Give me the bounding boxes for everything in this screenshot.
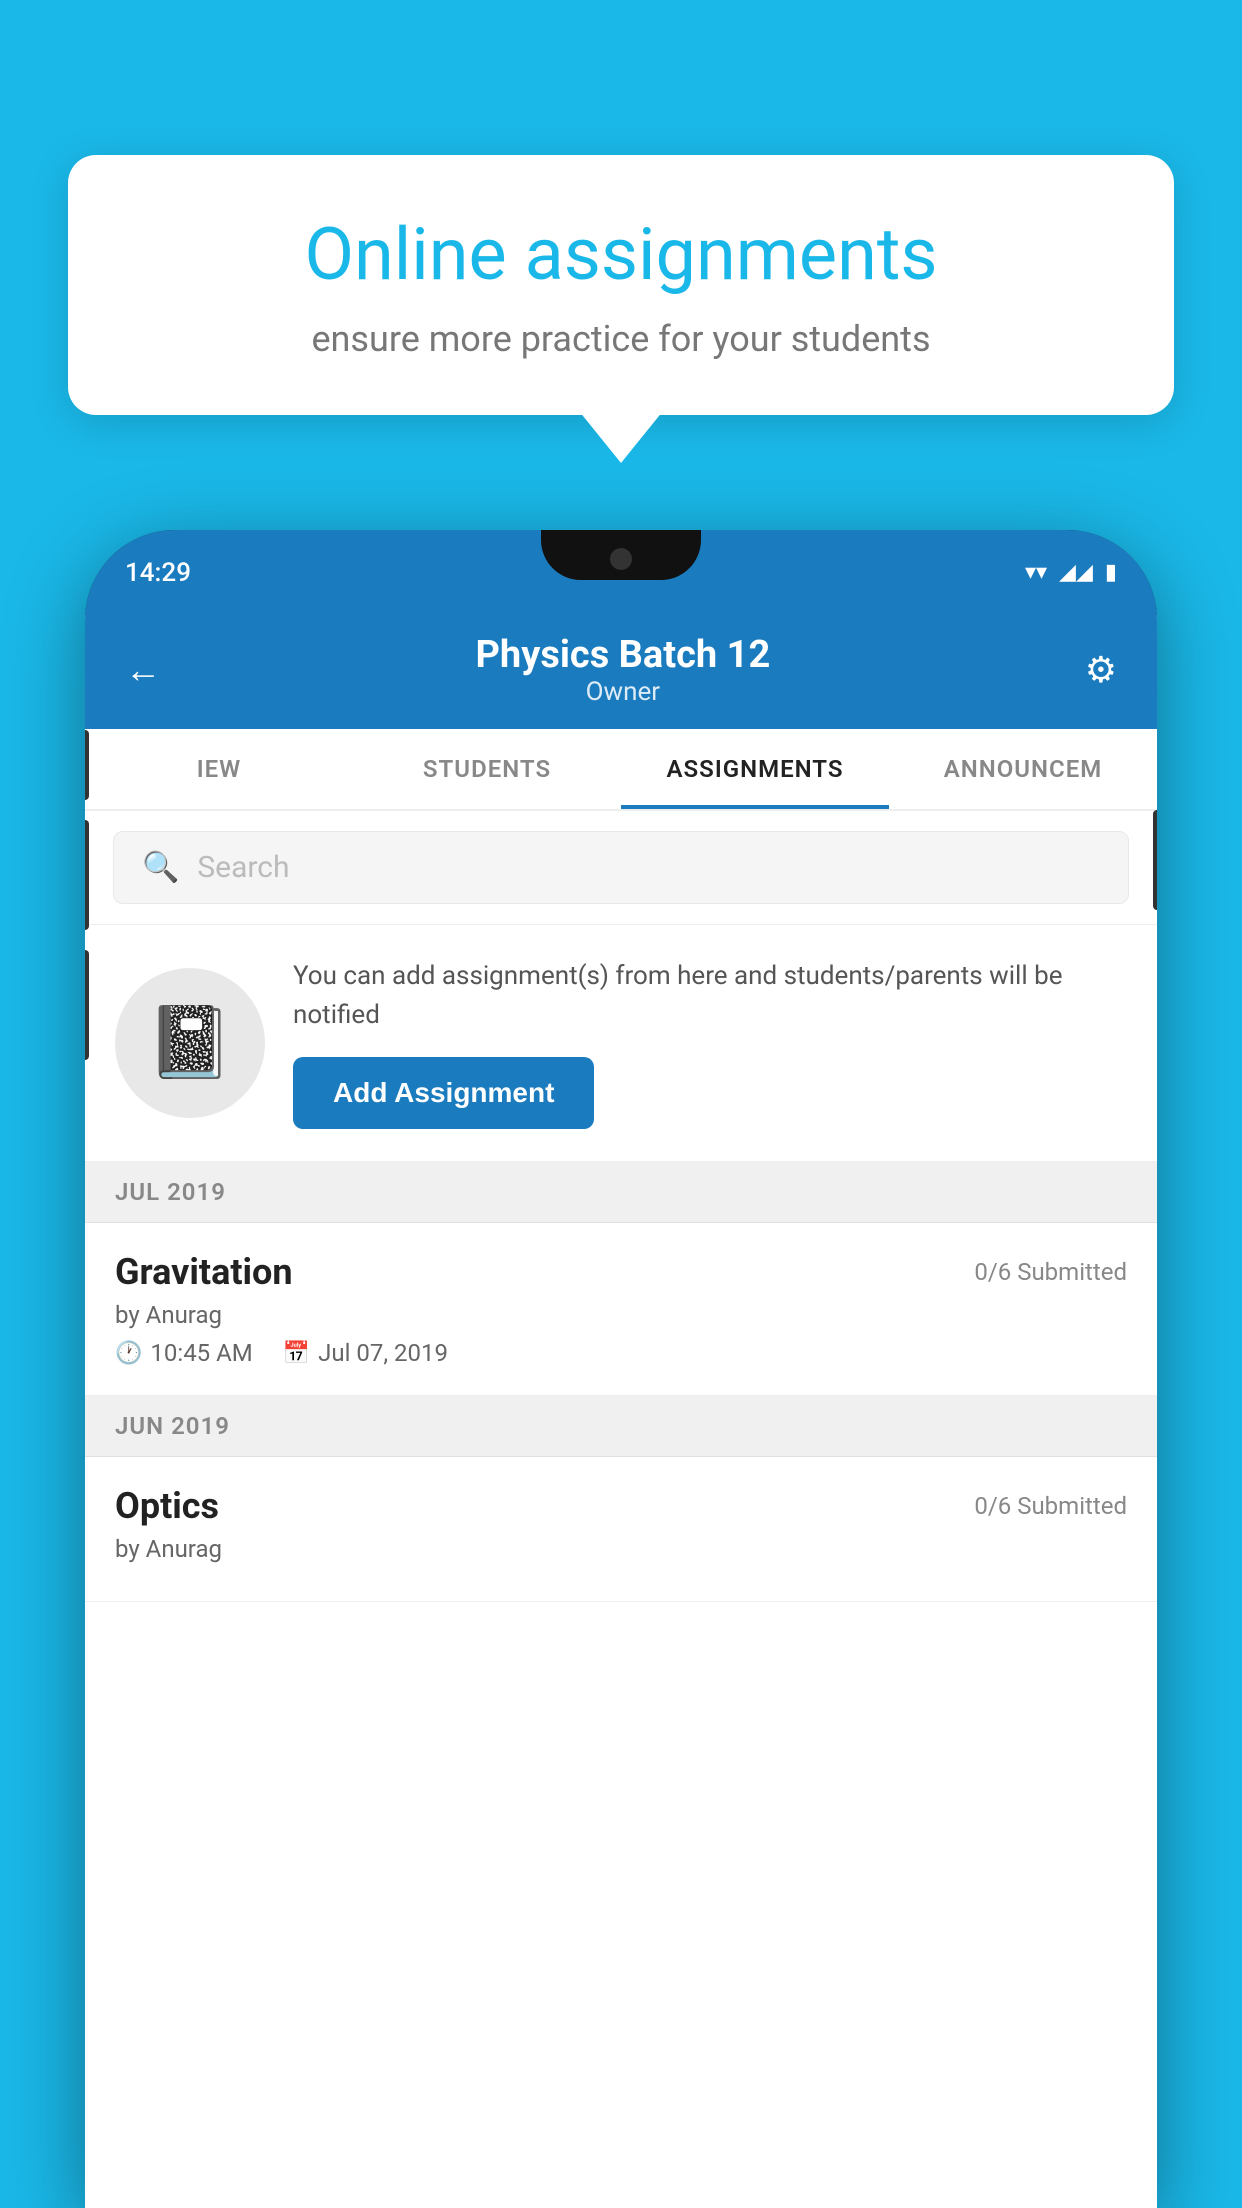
- search-icon: 🔍: [142, 850, 179, 885]
- status-icons: ▾▾ ◢◢ ▮: [1025, 560, 1117, 585]
- assignment-item-gravitation[interactable]: Gravitation 0/6 Submitted by Anurag 🕐 10…: [85, 1223, 1157, 1396]
- speech-bubble-card: Online assignments ensure more practice …: [68, 155, 1174, 415]
- assignment-date-value: Jul 07, 2019: [318, 1339, 448, 1367]
- search-placeholder: Search: [197, 850, 289, 885]
- assignment-item-header: Gravitation 0/6 Submitted: [115, 1251, 1127, 1293]
- bubble-title: Online assignments: [138, 215, 1104, 294]
- assignment-meta: 🕐 10:45 AM 📅 Jul 07, 2019: [115, 1339, 1127, 1367]
- batch-title: Physics Batch 12: [475, 633, 770, 677]
- back-button[interactable]: ←: [125, 649, 161, 691]
- search-bar[interactable]: 🔍 Search: [113, 831, 1129, 904]
- assignment-item-optics[interactable]: Optics 0/6 Submitted by Anurag: [85, 1457, 1157, 1602]
- phone-screen: ← Physics Batch 12 Owner ⚙ IEW STUDENTS …: [85, 615, 1157, 2208]
- header-center: Physics Batch 12 Owner: [475, 633, 770, 707]
- volume-down-button: [85, 820, 89, 930]
- tabs-bar: IEW STUDENTS ASSIGNMENTS ANNOUNCEM: [85, 729, 1157, 811]
- tab-iew[interactable]: IEW: [85, 729, 353, 809]
- add-assignment-section: 📓 You can add assignment(s) from here an…: [85, 925, 1157, 1162]
- clock-icon: 🕐: [115, 1341, 142, 1366]
- power-button: [1153, 810, 1157, 910]
- notebook-icon: 📓: [146, 1002, 233, 1084]
- assignment-icon-circle: 📓: [115, 968, 265, 1118]
- calendar-icon: 📅: [283, 1341, 310, 1366]
- tab-students[interactable]: STUDENTS: [353, 729, 621, 809]
- assignment-time: 🕐 10:45 AM: [115, 1339, 253, 1367]
- search-container: 🔍 Search: [85, 811, 1157, 925]
- month-separator-jul: JUL 2019: [85, 1162, 1157, 1223]
- assignment-by-optics: by Anurag: [115, 1535, 1127, 1563]
- add-assignment-button[interactable]: Add Assignment: [293, 1057, 594, 1129]
- month-separator-jun: JUN 2019: [85, 1396, 1157, 1457]
- assignment-submitted: 0/6 Submitted: [974, 1258, 1127, 1286]
- settings-icon[interactable]: ⚙: [1085, 649, 1117, 691]
- front-camera: [610, 548, 632, 570]
- notch: [541, 530, 701, 580]
- bubble-subtitle: ensure more practice for your students: [138, 318, 1104, 360]
- assignment-time-value: 10:45 AM: [150, 1339, 252, 1367]
- battery-icon: ▮: [1105, 560, 1117, 585]
- wifi-icon: ▾▾: [1025, 560, 1047, 585]
- app-header: ← Physics Batch 12 Owner ⚙: [85, 615, 1157, 729]
- phone-frame: 14:29 ▾▾ ◢◢ ▮ ← Physics Batch 12 Owner ⚙…: [85, 530, 1157, 2208]
- status-bar: 14:29 ▾▾ ◢◢ ▮: [85, 530, 1157, 615]
- volume-up-button: [85, 730, 89, 800]
- assignment-item-header-optics: Optics 0/6 Submitted: [115, 1485, 1127, 1527]
- batch-role: Owner: [475, 677, 770, 707]
- assignment-date: 📅 Jul 07, 2019: [283, 1339, 448, 1367]
- assignment-name-optics: Optics: [115, 1485, 219, 1527]
- signal-icon: ◢◢: [1059, 560, 1093, 585]
- silent-button: [85, 950, 89, 1060]
- add-assignment-content: You can add assignment(s) from here and …: [293, 957, 1127, 1129]
- add-assignment-description: You can add assignment(s) from here and …: [293, 957, 1127, 1035]
- assignment-name: Gravitation: [115, 1251, 293, 1293]
- tab-announcements[interactable]: ANNOUNCEM: [889, 729, 1157, 809]
- assignment-by: by Anurag: [115, 1301, 1127, 1329]
- assignment-submitted-optics: 0/6 Submitted: [974, 1492, 1127, 1520]
- tab-assignments[interactable]: ASSIGNMENTS: [621, 729, 889, 809]
